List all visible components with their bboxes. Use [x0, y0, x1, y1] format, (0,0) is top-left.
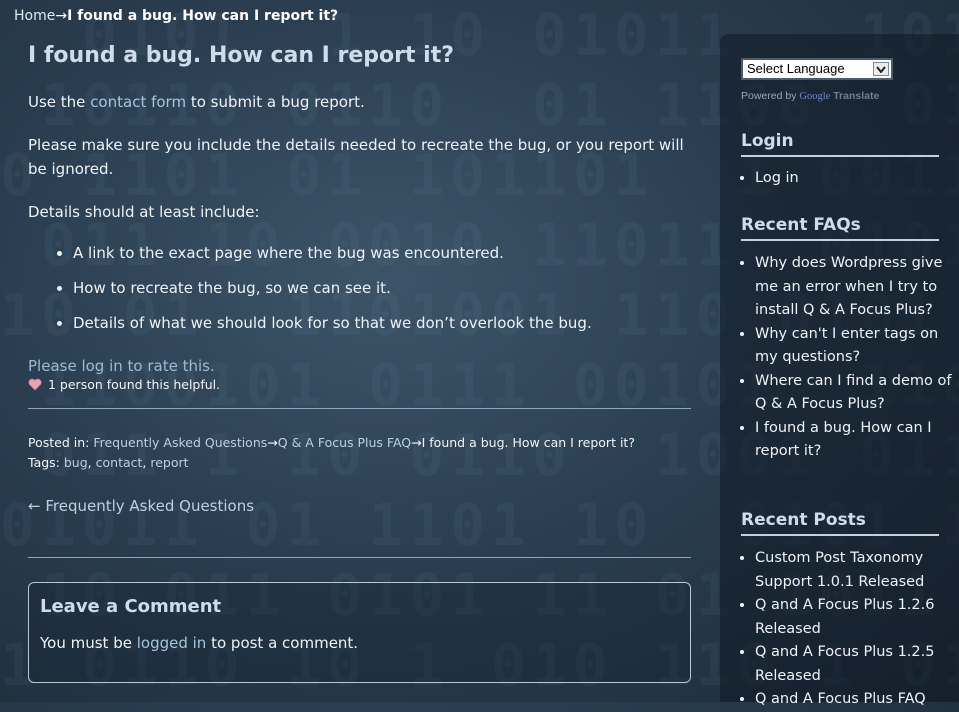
breadcrumb-home-link[interactable]: Home: [14, 8, 55, 24]
powered-by-label: Powered by: [741, 90, 800, 102]
text: Please: [28, 357, 82, 375]
text: to post a comment.: [206, 634, 359, 652]
post-link[interactable]: Q and A Focus Plus FAQ: [755, 691, 926, 707]
category-faq-link[interactable]: Frequently Asked Questions: [93, 435, 267, 450]
comment-login-notice: You must be logged in to post a comment.: [40, 634, 358, 652]
contact-form-link[interactable]: contact form: [90, 93, 186, 111]
tag-report-link[interactable]: report: [150, 455, 188, 470]
recent-posts-title: Recent Posts: [741, 510, 939, 536]
login-widget-title: Login: [741, 131, 939, 157]
comment-title: Leave a Comment: [40, 596, 222, 617]
list-item: Where can I find a demo of Q & A Focus P…: [755, 370, 955, 417]
recent-posts-list: Custom Post Taxonomy Support 1.0.1 Relea…: [741, 547, 955, 712]
list-item: How to recreate the bug, so we can see i…: [73, 276, 691, 300]
meta-current: I found a bug. How can I report it?: [421, 435, 635, 450]
list-item: Details of what we should look for so th…: [73, 311, 691, 335]
post-link[interactable]: Custom Post Taxonomy Support 1.0.1 Relea…: [755, 550, 924, 590]
list-item: Q and A Focus Plus 1.2.6 Released: [755, 594, 955, 641]
list-item: Q and A Focus Plus 1.2.5 Released: [755, 641, 955, 688]
post-paragraph-2: Please make sure you include the details…: [28, 136, 684, 178]
text: Use the: [28, 93, 91, 111]
post-paragraph-3: Details should at least include:: [28, 203, 260, 221]
list-item: A link to the exact page where the bug w…: [73, 241, 691, 265]
meta-arrow: →: [267, 435, 278, 450]
rate-login-link[interactable]: log in: [81, 357, 122, 375]
faq-link[interactable]: Why does Wordpress give me an error when…: [755, 255, 942, 318]
google-logo: Google: [799, 91, 831, 102]
chevron-down-icon[interactable]: [873, 62, 889, 76]
page-title: I found a bug. How can I report it?: [28, 43, 454, 68]
details-list: A link to the exact page where the bug w…: [28, 241, 691, 335]
post-link[interactable]: Q and A Focus Plus 1.2.6 Released: [755, 597, 934, 637]
list-item: Why does Wordpress give me an error when…: [755, 252, 955, 323]
main-content: I found a bug. How can I report it? Use …: [28, 40, 691, 683]
category-qa-focus-link[interactable]: Q & A Focus Plus FAQ: [278, 435, 411, 450]
rate-prompt: Please log in to rate this.: [28, 357, 691, 375]
recent-faqs-list: Why does Wordpress give me an error when…: [741, 252, 955, 464]
back-link-row: ← Frequently Asked Questions: [28, 497, 691, 515]
tags-label: Tags:: [28, 455, 60, 470]
list-item: Custom Post Taxonomy Support 1.0.1 Relea…: [755, 547, 955, 594]
comment-login-link[interactable]: logged in: [137, 634, 207, 652]
heart-icon: [28, 378, 42, 391]
faq-link[interactable]: Why can't I enter tags on my questions?: [755, 326, 938, 366]
breadcrumb-separator: →: [55, 8, 68, 24]
back-to-faq-link[interactable]: ← Frequently Asked Questions: [28, 497, 254, 515]
list-item: Q and A Focus Plus FAQ: [755, 688, 955, 712]
tag-contact-link[interactable]: contact: [96, 455, 143, 470]
helpful-count: 1 person found this helpful.: [28, 377, 691, 392]
posted-in-label: Posted in:: [28, 435, 90, 450]
faq-link[interactable]: I found a bug. How can I report it?: [755, 420, 932, 460]
meta-arrow: →: [411, 435, 422, 450]
tags-row: Tags: bug, contact, report: [28, 455, 189, 470]
helpful-text: 1 person found this helpful.: [48, 377, 221, 392]
language-select-value: Select Language: [747, 61, 845, 76]
language-select[interactable]: Select Language: [741, 58, 893, 80]
translate-link[interactable]: Translate: [833, 90, 879, 102]
text: You must be: [40, 634, 137, 652]
recent-faqs-title: Recent FAQs: [741, 215, 939, 241]
list-item: Why can't I enter tags on my questions?: [755, 323, 955, 370]
breadcrumb: Home→I found a bug. How can I report it?: [14, 8, 338, 24]
text: to submit a bug report.: [186, 93, 365, 111]
powered-by-google: Powered by Google Translate: [741, 90, 879, 102]
divider: [28, 408, 691, 409]
post-paragraph-1: Use the contact form to submit a bug rep…: [28, 90, 691, 114]
breadcrumb-current: I found a bug. How can I report it?: [67, 8, 339, 24]
login-list: Log in: [741, 167, 955, 191]
comment-box: Leave a Comment You must be logged in to…: [28, 582, 691, 683]
faq-link[interactable]: Where can I find a demo of Q & A Focus P…: [755, 373, 952, 413]
login-link[interactable]: Log in: [755, 170, 799, 186]
tag-bug-link[interactable]: bug: [64, 455, 88, 470]
posted-in: Posted in: Frequently Asked Questions→Q …: [28, 433, 691, 453]
list-item: Log in: [755, 167, 955, 191]
list-item: I found a bug. How can I report it?: [755, 417, 955, 464]
post-meta: Posted in: Frequently Asked Questions→Q …: [28, 433, 691, 473]
divider: [28, 557, 691, 558]
sidebar: Select Language Powered by Google Transl…: [720, 34, 959, 707]
post-link[interactable]: Q and A Focus Plus 1.2.5 Released: [755, 644, 934, 684]
text: to rate this.: [122, 357, 215, 375]
